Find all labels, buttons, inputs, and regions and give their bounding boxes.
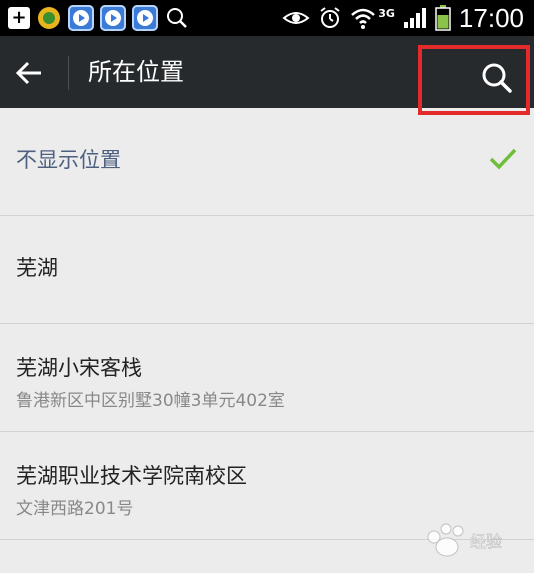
clock: 17:00 <box>458 3 524 33</box>
list-item[interactable]: 芜湖小宋客栈 鲁港新区中区别墅30幢3单元402室 <box>0 324 534 432</box>
svg-text:经验: 经验 <box>470 532 502 551</box>
list-item[interactable]: 芜湖 <box>0 216 534 324</box>
page-title: 所在位置 <box>88 58 184 86</box>
toolbar-divider <box>68 56 69 90</box>
location-name: 不显示位置 <box>16 148 121 172</box>
search-icon <box>482 63 512 93</box>
video-player-icon <box>132 5 158 31</box>
eye-icon <box>282 12 310 24</box>
search-button[interactable] <box>418 45 530 115</box>
plus-notification-icon: + <box>8 7 30 29</box>
location-name: 芜湖小宋客栈 <box>16 356 142 380</box>
arrow-left-icon <box>15 61 41 85</box>
location-list: 不显示位置 芜湖 芜湖小宋客栈 鲁港新区中区别墅30幢3单元402室 芜湖职业技… <box>0 108 534 540</box>
signal-icon <box>403 8 426 28</box>
location-name: 芜湖 <box>16 256 58 280</box>
location-address: 文津西路201号 <box>16 499 134 519</box>
location-address: 鲁港新区中区别墅30幢3单元402室 <box>16 391 285 411</box>
search-notification-icon <box>164 5 190 31</box>
wifi-icon <box>351 8 376 29</box>
network-type: 3G <box>378 6 395 20</box>
baidu-watermark-logo: 经验 <box>427 523 502 557</box>
video-player-icon <box>68 5 94 31</box>
list-item[interactable]: 不显示位置 <box>0 108 534 216</box>
alarm-icon <box>320 7 340 28</box>
location-name: 芜湖职业技术学院南校区 <box>16 464 247 488</box>
video-player-icon <box>100 5 126 31</box>
notification-icons: + <box>8 5 190 31</box>
checkmark-icon <box>489 148 517 170</box>
app-bar: 所在位置 <box>0 36 534 115</box>
battery-icon <box>435 5 451 31</box>
status-bar: + 3G 17:00 <box>0 0 534 36</box>
app-notification-icon <box>36 5 62 31</box>
back-button[interactable] <box>14 58 50 88</box>
system-status: 3G 17:00 <box>282 4 524 32</box>
